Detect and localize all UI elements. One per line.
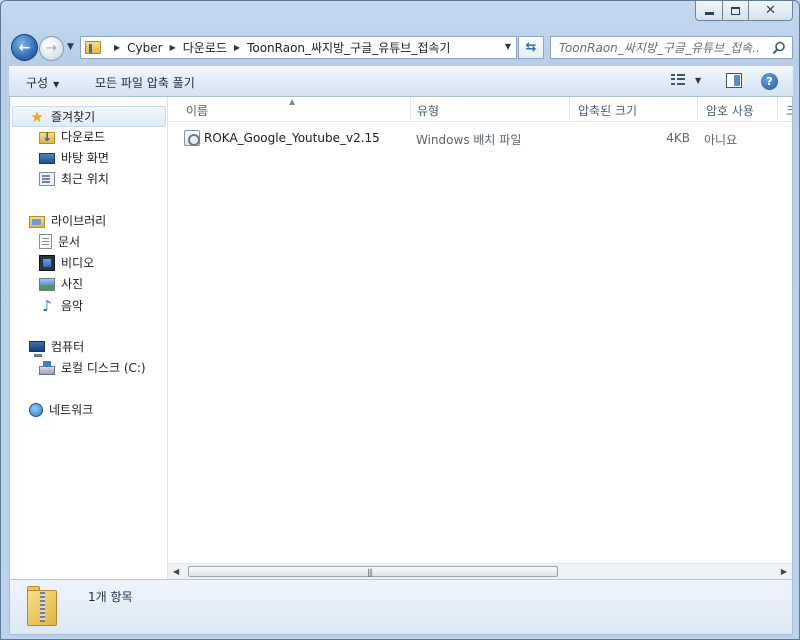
library-icon <box>29 215 45 228</box>
file-type: Windows 배치 파일 <box>416 133 522 147</box>
music-icon: ♪ <box>42 296 52 315</box>
horizontal-scrollbar[interactable]: ◀ ||| ▶ <box>168 563 792 579</box>
nav-favorites-label: 즐겨찾기 <box>51 110 96 124</box>
organize-menu[interactable]: 구성 ▼ <box>26 74 59 91</box>
recent-places-icon <box>39 171 55 186</box>
table-row[interactable]: ROKA_Google_Youtube_v2.15 Windows 배치 파일 … <box>180 127 780 149</box>
nav-favorites[interactable]: ★ 즐겨찾기 <box>12 106 166 127</box>
column-header-size[interactable]: 크 <box>778 97 792 122</box>
chevron-down-icon: ▼ <box>695 75 702 85</box>
scroll-right-icon[interactable]: ▶ <box>781 567 787 576</box>
file-password: 아니요 <box>704 133 738 147</box>
help-icon: ? <box>766 75 773 88</box>
address-dropdown-icon[interactable]: ▼ <box>505 42 511 51</box>
column-headers: 이름 ▲ 유형 압축된 크기 암호 사용 크 <box>168 97 792 122</box>
nav-item-recent[interactable]: 최근 위치 <box>39 170 109 187</box>
file-name: ROKA_Google_Youtube_v2.15 <box>204 131 380 145</box>
forward-arrow-icon: → <box>46 41 57 56</box>
documents-icon <box>39 234 52 249</box>
main-area: ★ 즐겨찾기 다운로드 바탕 화면 최근 위치 라이브러리 문서 <box>9 97 793 579</box>
close-icon: ✕ <box>765 3 776 18</box>
grip-icon: ||| <box>367 568 373 577</box>
organize-label: 구성 <box>26 76 49 90</box>
nav-item-downloads[interactable]: 다운로드 <box>39 128 105 145</box>
nav-network-label: 네트워크 <box>49 403 94 417</box>
breadcrumb-separator-icon[interactable]: ▶ <box>170 43 176 52</box>
nav-item-local-disk[interactable]: 로컬 디스크 (C:) <box>39 359 146 376</box>
nav-item-pictures[interactable]: 사진 <box>39 275 83 292</box>
nav-item-label: 비디오 <box>61 256 95 270</box>
command-bar: 구성 ▼ 모든 파일 압축 풀기 ▼ ? <box>9 65 793 97</box>
nav-item-label: 사진 <box>61 277 84 291</box>
file-list: 이름 ▲ 유형 압축된 크기 암호 사용 크 ROKA_Google_Youtu… <box>168 97 792 579</box>
network-icon <box>29 402 43 417</box>
nav-item-videos[interactable]: 비디오 <box>39 254 94 271</box>
column-header-password[interactable]: 암호 사용 <box>698 97 778 122</box>
nav-item-label: 문서 <box>58 235 81 249</box>
nav-computer[interactable]: 컴퓨터 <box>29 338 85 357</box>
zip-folder-icon <box>27 586 59 626</box>
details-pane: 1개 항목 <box>9 579 793 635</box>
nav-item-documents[interactable]: 문서 <box>39 233 80 250</box>
navigation-pane: ★ 즐겨찾기 다운로드 바탕 화면 최근 위치 라이브러리 문서 <box>10 97 168 579</box>
extract-all-button[interactable]: 모든 파일 압축 풀기 <box>95 74 195 91</box>
maximize-icon <box>731 6 740 15</box>
maximize-button[interactable] <box>723 1 749 21</box>
desktop-icon <box>39 153 55 164</box>
breadcrumb-downloads[interactable]: 다운로드 <box>183 39 227 56</box>
search-icon[interactable] <box>772 41 786 55</box>
nav-item-label: 최근 위치 <box>61 172 109 186</box>
scroll-left-icon[interactable]: ◀ <box>173 567 179 576</box>
recent-pages-dropdown[interactable]: ▼ <box>67 42 74 52</box>
column-header-compressed-size[interactable]: 압축된 크기 <box>570 97 698 122</box>
videos-icon <box>39 254 55 271</box>
nav-computer-label: 컴퓨터 <box>51 340 85 354</box>
downloads-folder-icon <box>39 130 55 144</box>
minimize-button[interactable] <box>695 1 723 21</box>
refresh-button[interactable]: ⇆ <box>518 36 544 59</box>
address-bar[interactable]: ▶ Cyber ▶ 다운로드 ▶ ToonRaon_싸지방_구글_유튜브_접속기… <box>80 36 517 59</box>
star-icon: ★ <box>30 107 44 126</box>
nav-item-label: 다운로드 <box>61 130 106 144</box>
window-controls: ✕ <box>695 1 793 21</box>
refresh-icon: ⇆ <box>525 40 537 55</box>
chevron-down-icon: ▼ <box>53 80 60 89</box>
back-arrow-icon: ← <box>18 39 31 56</box>
nav-item-label: 로컬 디스크 (C:) <box>61 361 146 375</box>
minimize-icon <box>704 12 714 15</box>
nav-item-label: 바탕 화면 <box>61 151 109 165</box>
sort-ascending-icon: ▲ <box>289 97 296 106</box>
forward-button[interactable]: → <box>39 36 64 61</box>
item-count: 1개 항목 <box>88 590 133 604</box>
search-input[interactable] <box>559 40 759 55</box>
nav-libraries-label: 라이브러리 <box>51 214 107 228</box>
nav-item-desktop[interactable]: 바탕 화면 <box>39 149 109 166</box>
change-view-button[interactable]: ▼ <box>671 74 701 86</box>
breadcrumb-separator-icon[interactable]: ▶ <box>234 43 240 52</box>
nav-item-music[interactable]: ♪ 음악 <box>39 297 83 314</box>
nav-item-label: 음악 <box>61 299 84 313</box>
search-box <box>550 36 793 59</box>
nav-libraries[interactable]: 라이브러리 <box>29 212 106 229</box>
file-size: 4KB <box>666 131 690 145</box>
preview-pane-button[interactable] <box>726 73 742 88</box>
breadcrumb-cyber[interactable]: Cyber <box>127 41 162 55</box>
pictures-icon <box>39 277 55 291</box>
column-header-type[interactable]: 유형 <box>409 97 570 122</box>
local-disk-icon <box>39 361 55 375</box>
help-button[interactable]: ? <box>761 73 778 90</box>
nav-network[interactable]: 네트워크 <box>29 401 93 418</box>
computer-icon <box>29 341 45 357</box>
back-button[interactable]: ← <box>11 34 38 61</box>
navigation-buttons: ← → ▼ <box>11 34 79 62</box>
close-button[interactable]: ✕ <box>749 1 793 21</box>
zip-folder-small-icon <box>85 41 101 54</box>
explorer-window: ✕ ← → ▼ ▶ Cyber ▶ 다운로드 ▶ ToonRaon_싸지방_구글… <box>0 0 800 640</box>
breadcrumb-current-folder[interactable]: ToonRaon_싸지방_구글_유튜브_접속기 <box>247 39 450 56</box>
batch-file-icon <box>184 130 200 146</box>
scrollbar-thumb[interactable]: ||| <box>188 566 558 577</box>
views-icon <box>671 74 685 86</box>
breadcrumb-separator-icon[interactable]: ▶ <box>114 43 120 52</box>
